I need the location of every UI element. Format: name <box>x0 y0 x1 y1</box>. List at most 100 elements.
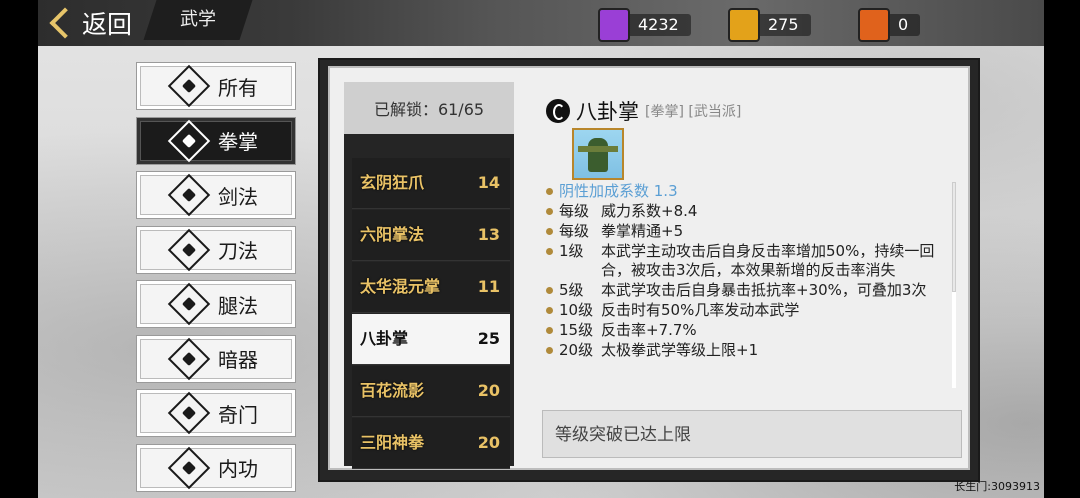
effect-level: 20级 <box>559 341 594 359</box>
skill-item[interactable]: 玄阴狂爪 14 <box>352 158 510 209</box>
skill-detail: 八卦掌 [拳掌] [武当派] 阴性加成系数 1.3 每级 威力系数+8.4 每级… <box>536 68 966 468</box>
scrollbar-thumb[interactable] <box>952 182 956 292</box>
category-label: 腿法 <box>218 293 258 318</box>
category-exotic[interactable]: 奇门 <box>136 389 296 437</box>
bullet-icon <box>546 327 553 334</box>
effect-text: 本武学攻击后自身暴击抵抗率+30%，可叠加3次 <box>601 281 927 299</box>
category-label: 剑法 <box>218 184 258 209</box>
bullet-icon <box>546 188 553 195</box>
skill-item[interactable]: 六阳掌法 13 <box>352 210 510 261</box>
skill-name: 玄阴狂爪 <box>360 173 425 192</box>
blade-icon <box>167 228 211 271</box>
bullet-icon <box>546 307 553 314</box>
effect-row: 20级 太极拳武学等级上限+1 <box>546 341 958 360</box>
shuriken-icon <box>167 337 211 380</box>
category-hidden-weapon[interactable]: 暗器 <box>136 334 296 383</box>
effect-row: 1级 本武学主动攻击后自身反击率增加50%，持续一回合，被攻击3次后，本效果新增… <box>546 242 958 280</box>
skill-name: 太华混元掌 <box>360 277 441 296</box>
effect-row: 10级 反击时有50%几率发动本武学 <box>546 301 958 320</box>
category-label: 所有 <box>218 75 258 100</box>
effect-text: 威力系数+8.4 <box>601 202 698 220</box>
skill-detail-name: 八卦掌 <box>576 100 639 124</box>
skill-title: 八卦掌 [拳掌] [武当派] <box>546 96 741 126</box>
sword-icon <box>167 173 211 217</box>
effect-level: 15级 <box>559 321 594 339</box>
bagua-icon <box>546 99 570 123</box>
skill-level: 20 <box>477 433 500 452</box>
skill-level: 25 <box>477 329 500 348</box>
category-list: 所有 拳掌 剑法 刀法 腿法 暗器 奇门 内功 <box>136 62 296 498</box>
skill-level: 13 <box>477 225 500 244</box>
effect-level: 10级 <box>559 301 594 319</box>
bullet-icon <box>546 208 553 215</box>
fist-icon <box>167 119 211 162</box>
skill-item-selected[interactable]: 八卦掌 25 <box>352 314 510 365</box>
back-button[interactable]: 返回 <box>48 5 132 41</box>
category-label: 奇门 <box>218 402 258 427</box>
category-label: 暗器 <box>218 348 258 372</box>
effect-row: 每级 威力系数+8.4 <box>546 202 958 221</box>
skill-effects[interactable]: 阴性加成系数 1.3 每级 威力系数+8.4 每级 拳掌精通+5 1级 本武学主… <box>546 182 958 394</box>
effect-row: 15级 反击率+7.7% <box>546 321 958 340</box>
left-edge <box>0 0 38 498</box>
skill-panel-inner: 已解锁：61/65 玄阴狂爪 14 六阳掌法 13 太华混元掌 11 八卦掌 2… <box>328 66 970 470</box>
skill-name: 三阳神拳 <box>360 433 425 452</box>
skill-list[interactable]: 已解锁：61/65 玄阴狂爪 14 六阳掌法 13 太华混元掌 11 八卦掌 2… <box>344 82 514 469</box>
category-label: 刀法 <box>218 239 258 263</box>
skill-name: 六阳掌法 <box>360 225 425 244</box>
resource-red[interactable]: 0 <box>858 8 921 42</box>
inner-power-icon <box>167 446 211 489</box>
resource-gold[interactable]: 275 <box>728 8 811 42</box>
effect-text: 反击率+7.7% <box>601 321 697 339</box>
category-label: 内功 <box>218 457 258 481</box>
gold-book-icon <box>728 8 760 42</box>
effect-text: 本武学主动攻击后自身反击率增加50%，持续一回合，被攻击3次后，本效果新增的反击… <box>601 242 935 279</box>
back-label: 返回 <box>82 10 133 39</box>
skill-portrait <box>572 128 624 180</box>
section-title: 武学 <box>180 9 216 30</box>
right-edge <box>1044 0 1080 498</box>
effect-text: 太极拳武学等级上限+1 <box>601 341 759 359</box>
skill-name: 百花流影 <box>360 381 425 400</box>
bullet-icon <box>546 228 553 235</box>
effect-text: 反击时有50%几率发动本武学 <box>601 301 800 319</box>
category-all[interactable]: 所有 <box>136 62 296 110</box>
effect-row: 每级 拳掌精通+5 <box>546 222 958 241</box>
section-tab: 武学 <box>143 0 253 40</box>
skill-name: 八卦掌 <box>360 329 409 348</box>
category-inner-power[interactable]: 内功 <box>136 443 296 492</box>
category-sword[interactable]: 剑法 <box>136 171 296 219</box>
purple-book-icon <box>598 8 630 42</box>
skill-tags: [拳掌] [武当派] <box>645 104 742 120</box>
chevron-left-icon <box>49 7 81 39</box>
category-leg[interactable]: 腿法 <box>136 280 296 328</box>
skill-level: 14 <box>477 173 500 192</box>
exotic-icon <box>167 391 211 435</box>
resource-purple[interactable]: 4232 <box>598 8 691 42</box>
category-fist[interactable]: 拳掌 <box>136 116 296 165</box>
red-book-icon <box>858 8 890 42</box>
unlocked-count: 已解锁：61/65 <box>344 82 514 134</box>
effect-level: 每级 <box>559 222 590 240</box>
all-icon <box>167 64 211 108</box>
effect-level: 每级 <box>559 202 590 220</box>
skill-item[interactable]: 太华混元掌 11 <box>352 262 510 313</box>
category-blade[interactable]: 刀法 <box>136 225 296 274</box>
effect-text: 拳掌精通+5 <box>601 222 684 240</box>
bullet-icon <box>546 248 553 255</box>
effects-scrollbar[interactable] <box>952 182 956 388</box>
skill-item[interactable]: 百花流影 20 <box>352 366 510 417</box>
bullet-icon <box>546 287 553 294</box>
effect-text: 阴性加成系数 1.3 <box>559 182 678 200</box>
skill-panel: 已解锁：61/65 玄阴狂爪 14 六阳掌法 13 太华混元掌 11 八卦掌 2… <box>318 58 980 482</box>
leg-icon <box>167 282 211 326</box>
skill-level: 20 <box>477 381 500 400</box>
bullet-icon <box>546 347 553 354</box>
martial-artist-icon <box>578 138 618 172</box>
effect-level: 1级 <box>559 242 584 260</box>
effect-row: 阴性加成系数 1.3 <box>546 182 958 201</box>
watermark: 长生门:3093913 <box>954 480 1040 493</box>
effect-row: 5级 本武学攻击后自身暴击抵抗率+30%，可叠加3次 <box>546 281 958 300</box>
skill-item[interactable]: 三阳神拳 20 <box>352 418 510 469</box>
breakthrough-status: 等级突破已达上限 <box>542 410 962 458</box>
